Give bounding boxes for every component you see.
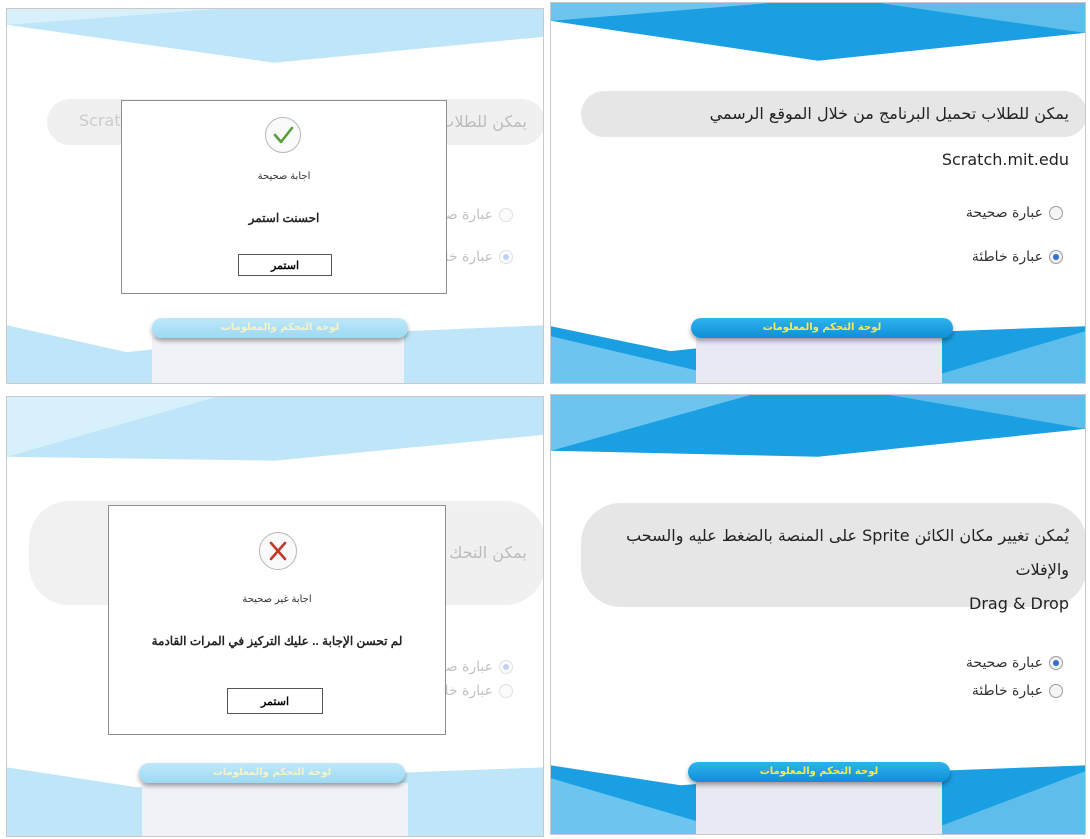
feedback-message: احسنت استمر: [248, 211, 320, 225]
option-true[interactable]: عبارة صحيحة: [966, 655, 1063, 671]
radio-false[interactable]: [499, 684, 513, 698]
feedback-dialog: اجابة صحيحة احسنت استمر استمر: [121, 100, 447, 294]
question-text-line2: Drag & Drop: [969, 594, 1069, 613]
question-text-fragment-left: Scrat: [79, 111, 121, 130]
quiz-screen-q1: يمكن للطلاب تحميل البرنامج من خلال الموق…: [550, 2, 1086, 384]
option-false[interactable]: عبارة خاطئة: [972, 683, 1063, 699]
option-false-label: عبارة خاطئة: [971, 683, 1043, 699]
info-panel: [696, 336, 942, 383]
question-text-line1: يُمكن تغيير مكان الكائن Sprite على المنص…: [626, 526, 1069, 579]
continue-button[interactable]: استمر: [238, 254, 332, 276]
info-panel: [696, 780, 942, 834]
control-panel-tab-label: لوحة التحكم والمعلومات: [759, 766, 879, 777]
control-panel-tab[interactable]: لوحة التحكم والمعلومات: [688, 762, 950, 782]
feedback-status: اجابة صحيحة: [257, 171, 311, 182]
check-icon: [265, 117, 301, 153]
control-panel-tab-label: لوحة التحكم والمعلومات: [220, 322, 340, 333]
control-panel-tab[interactable]: لوحة التحكم والمعلومات: [139, 763, 405, 783]
option-true-label: عبارة صحيحة: [965, 655, 1043, 671]
question-box: يُمكن تغيير مكان الكائن Sprite على المنص…: [581, 503, 1085, 613]
option-false-label: عبارة خاطئة: [971, 249, 1043, 265]
continue-button[interactable]: استمر: [227, 688, 323, 714]
radio-true[interactable]: [499, 660, 513, 674]
quiz-screen-q2: يُمكن تغيير مكان الكائن Sprite على المنص…: [550, 394, 1086, 835]
control-panel-tab[interactable]: لوحة التحكم والمعلومات: [691, 318, 953, 338]
option-true[interactable]: عبارة صحيحة: [966, 205, 1063, 221]
option-true-label: عبارة صحيحة: [965, 205, 1043, 221]
radio-false[interactable]: [1049, 684, 1063, 698]
quiz-screen-q2-feedback: يمكن التحك عبارة صحيحة عبارة خاطئة لوحة …: [6, 396, 544, 837]
question-text-fragment: يمكن التحك: [449, 543, 527, 562]
feedback-status: اجابة غير صحيحة: [242, 594, 312, 605]
radio-true[interactable]: [1049, 206, 1063, 220]
radio-true[interactable]: [499, 208, 513, 222]
info-panel: [152, 337, 404, 383]
feedback-message: لم تحسن الإجابة .. عليك التركيز في المرا…: [151, 634, 403, 648]
question-box: يمكن للطلاب تحميل البرنامج من خلال الموق…: [581, 91, 1085, 169]
option-false[interactable]: عبارة خاطئة: [972, 249, 1063, 265]
control-panel-tab-label: لوحة التحكم والمعلومات: [212, 767, 332, 778]
quiz-screen-q1-feedback: يمكن للطلاب Scrat عبارة صحيحة عبارة خاطئ…: [6, 8, 544, 384]
x-icon: [259, 532, 297, 570]
control-panel-tab[interactable]: لوحة التحكم والمعلومات: [152, 318, 408, 338]
question-text-fragment: يمكن للطلاب: [439, 112, 527, 131]
feedback-dialog: اجابة غير صحيحة لم تحسن الإجابة .. عليك …: [108, 505, 446, 735]
radio-false[interactable]: [1049, 250, 1063, 264]
radio-true[interactable]: [1049, 656, 1063, 670]
control-panel-tab-label: لوحة التحكم والمعلومات: [762, 322, 882, 333]
info-panel: [142, 783, 408, 836]
radio-false[interactable]: [499, 250, 513, 264]
